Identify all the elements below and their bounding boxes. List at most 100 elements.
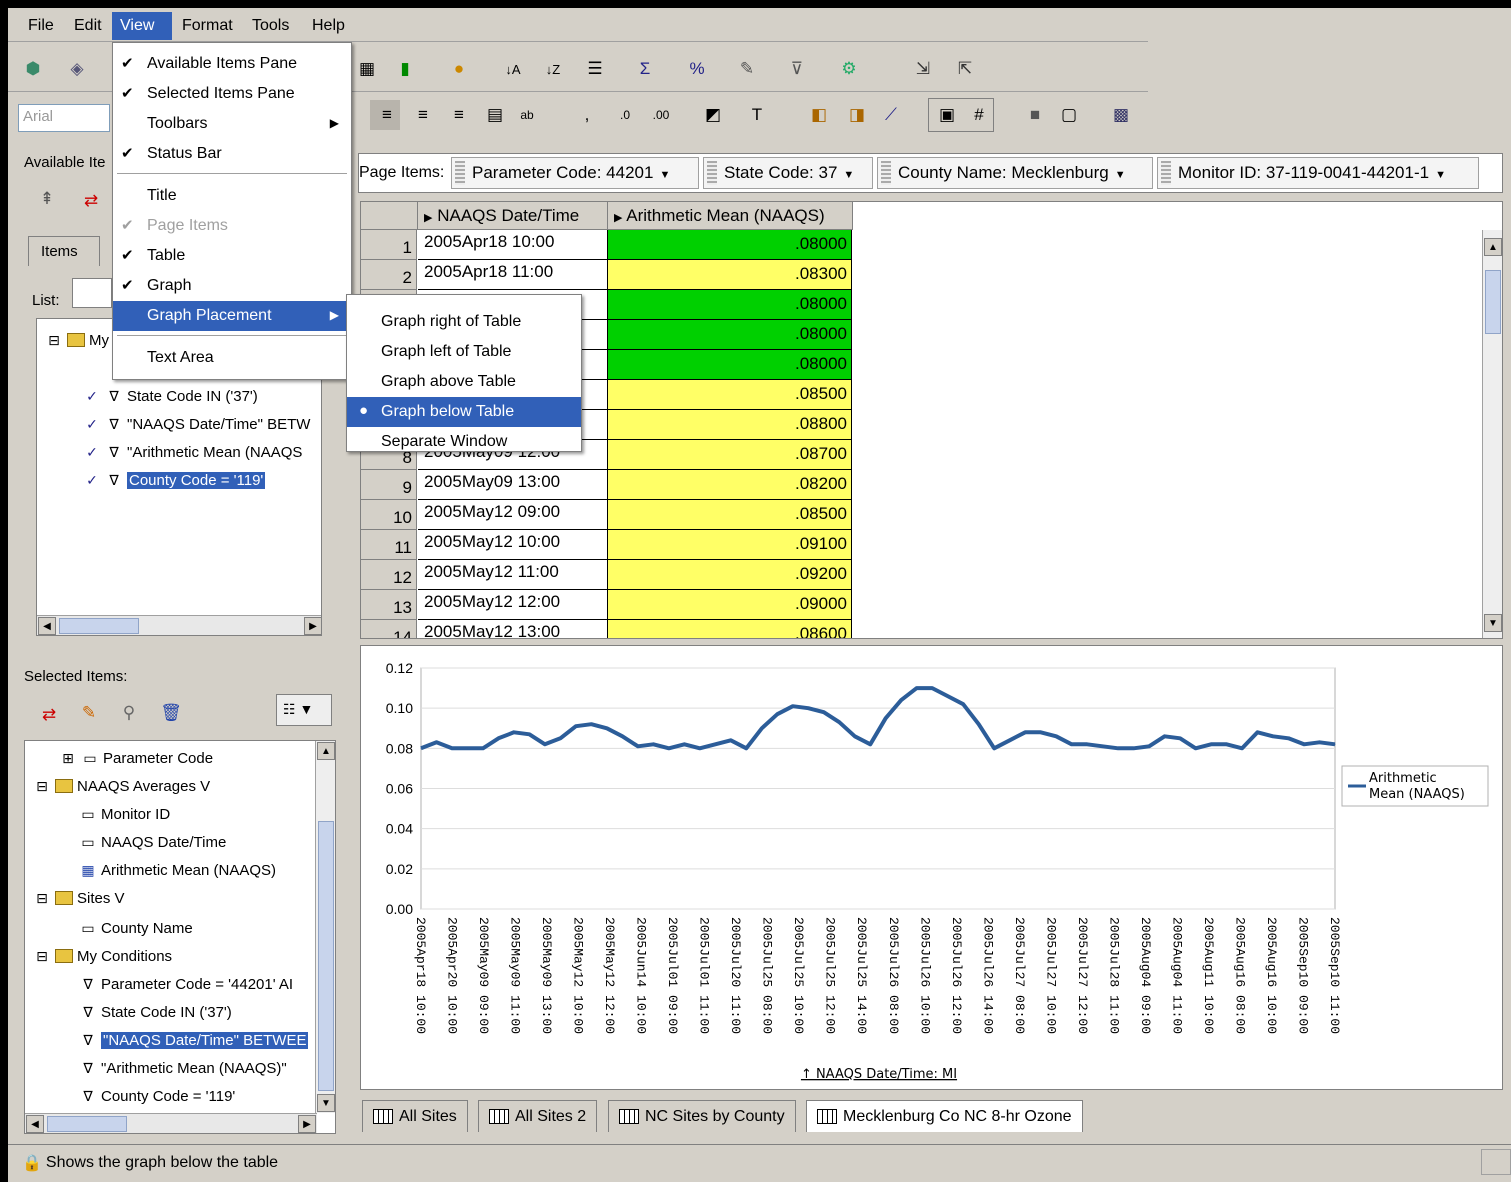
row-number[interactable]: 14 (361, 620, 417, 638)
fill-icon[interactable]: ■ (1022, 102, 1048, 128)
datetime-cell[interactable]: 2005May12 10:00 (418, 530, 608, 560)
condition-item[interactable]: ✓ ∇ State Code IN ('37') (83, 383, 258, 409)
menu-file[interactable]: File (20, 12, 62, 40)
percentages-icon[interactable]: % (684, 56, 710, 82)
layout-icon[interactable]: ▩ (1108, 102, 1134, 128)
state-code-dropdown[interactable]: State Code: 37 ▼ (703, 157, 873, 189)
condition-item[interactable]: ∇ "Arithmetic Mean (NAAQS)" (79, 1055, 286, 1081)
row-number[interactable]: 9 (361, 470, 417, 500)
properties-icon[interactable]: ⚲ (116, 700, 142, 726)
menu-available-items-pane[interactable]: ✔ Available Items Pane (113, 49, 351, 79)
mean-cell[interactable]: .08200 (608, 470, 852, 500)
datetime-cell[interactable]: 2005May12 12:00 (418, 590, 608, 620)
import-icon[interactable]: ⇲ (910, 56, 936, 82)
menu-graph-left[interactable]: Graph left of Table (347, 337, 581, 367)
menu-graph-right[interactable]: Graph right of Table (347, 307, 581, 337)
menu-tools[interactable]: Tools (244, 12, 297, 40)
menu-selected-items-pane[interactable]: ✔ Selected Items Pane (113, 79, 351, 109)
datetime-cell[interactable]: 2005May12 09:00 (418, 500, 608, 530)
tab-nc-sites-by-county[interactable]: NC Sites by County (608, 1100, 796, 1132)
x-axis-title[interactable]: ↑ NAAQS Date/Time: MI (801, 1067, 957, 1082)
align-center-icon[interactable]: ≡ (410, 102, 436, 128)
tab-all-sites[interactable]: All Sites (362, 1100, 468, 1132)
tab-all-sites-2[interactable]: All Sites 2 (478, 1100, 598, 1132)
row-number[interactable]: 1 (361, 230, 417, 260)
menu-view[interactable]: View (112, 12, 172, 40)
horizontal-scrollbar[interactable]: ◀ ▶ (25, 1113, 317, 1133)
menu-format[interactable]: Format (174, 12, 241, 40)
3d-icon[interactable]: ▢ (1056, 102, 1082, 128)
condition-item[interactable]: ∇ "NAAQS Date/Time" BETWEE (79, 1027, 309, 1053)
menu-text-area[interactable]: Text Area (113, 343, 351, 373)
mean-cell[interactable]: .08700 (608, 440, 852, 470)
column-header-mean[interactable]: ▶ Arithmetic Mean (NAAQS) (608, 202, 853, 230)
line-graph-icon[interactable]: ⟋ (878, 102, 904, 128)
sort-icon[interactable]: ☰ (582, 56, 608, 82)
new-workbook-icon[interactable]: ⬢ (20, 56, 46, 82)
delete-icon[interactable]: 🗑 (158, 700, 184, 726)
tree-folder[interactable]: ⊟ Sites V (33, 885, 124, 911)
tree-node[interactable]: ▭ County Name (79, 915, 192, 941)
drill-icon[interactable]: ● (446, 56, 472, 82)
tree-node[interactable]: ⊞ ▭ Parameter Code (59, 745, 213, 771)
mean-cell[interactable]: .08300 (608, 260, 852, 290)
row-number[interactable]: 12 (361, 560, 417, 590)
datetime-cell[interactable]: 2005May12 11:00 (418, 560, 608, 590)
county-name-dropdown[interactable]: County Name: Mecklenburg ▼ (877, 157, 1153, 189)
align-right-icon[interactable]: ≡ (446, 102, 472, 128)
totals-icon[interactable]: Σ (632, 56, 658, 82)
font-name-field[interactable]: Arial (18, 104, 110, 132)
tree-root[interactable]: ⊟ My (45, 327, 109, 353)
sort-ascending-icon[interactable]: ↓A (500, 56, 526, 82)
menu-table[interactable]: ✔ Table (113, 241, 351, 271)
parameters-icon[interactable]: ⚙ (836, 56, 862, 82)
datetime-cell[interactable]: 2005Apr18 10:00 (418, 230, 608, 260)
align-left-icon[interactable]: ≡ (374, 102, 400, 128)
condition-item[interactable]: ✓ ∇ "Arithmetic Mean (NAAQS (83, 439, 302, 465)
edit-icon[interactable]: ✎ (76, 700, 102, 726)
menu-status-bar[interactable]: ✔ Status Bar (113, 139, 351, 169)
monitor-id-dropdown[interactable]: Monitor ID: 37-119-0041-44201-1 ▼ (1157, 157, 1479, 189)
condition-item[interactable]: ∇ State Code IN ('37') (79, 999, 231, 1025)
table-icon[interactable]: ▦ (354, 56, 380, 82)
add-item-icon[interactable]: ⇞ (34, 186, 60, 212)
mean-cell[interactable]: .08000 (608, 290, 852, 320)
calculations-icon[interactable]: ✎ (734, 56, 760, 82)
remove-item-icon[interactable]: ⇄ (36, 702, 62, 728)
tree-node[interactable]: ▦ Arithmetic Mean (NAAQS) (79, 857, 276, 883)
condition-item[interactable]: ∇ Parameter Code = '44201' AI (79, 971, 293, 997)
graph-type-icon[interactable]: ◨ (844, 102, 870, 128)
row-number[interactable]: 11 (361, 530, 417, 560)
currency-icon[interactable]: ab (514, 102, 540, 128)
vertical-scrollbar[interactable]: ▲ ▼ (315, 741, 335, 1113)
format-headings-icon[interactable]: T (744, 102, 770, 128)
menu-separate-window[interactable]: Separate Window (347, 427, 581, 457)
mean-cell[interactable]: .08500 (608, 500, 852, 530)
format-data-icon[interactable]: ◩ (700, 102, 726, 128)
tree-folder[interactable]: ⊟ My Conditions (33, 943, 172, 969)
grid-icon[interactable]: # (966, 102, 992, 128)
comma-icon[interactable]: , (574, 102, 600, 128)
row-number[interactable]: 10 (361, 500, 417, 530)
condition-item[interactable]: ∇ County Code = '119' (79, 1083, 235, 1109)
tree-folder[interactable]: ⊟ NAAQS Averages V (33, 773, 210, 799)
mean-cell[interactable]: .08000 (608, 230, 852, 260)
view-options-dropdown[interactable]: ☷ ▼ (276, 694, 332, 726)
menu-edit[interactable]: Edit (66, 12, 110, 40)
mean-cell[interactable]: .08000 (608, 320, 852, 350)
tab-items[interactable]: Items (28, 236, 100, 266)
tree-node[interactable]: ▭ Monitor ID (79, 801, 170, 827)
menu-toolbars[interactable]: Toolbars ▶ (113, 109, 351, 139)
menu-title[interactable]: Title (113, 181, 351, 211)
mean-cell[interactable]: .08800 (608, 410, 852, 440)
menu-graph-above[interactable]: Graph above Table (347, 367, 581, 397)
datetime-cell[interactable]: 2005May09 13:00 (418, 470, 608, 500)
list-selector[interactable] (72, 278, 112, 308)
datetime-cell[interactable]: 2005May12 13:00 (418, 620, 608, 638)
condition-item[interactable]: ✓ ∇ "NAAQS Date/Time" BETW (83, 411, 310, 437)
increase-decimal-icon[interactable]: .0 (612, 102, 638, 128)
mean-cell[interactable]: .09000 (608, 590, 852, 620)
mean-cell[interactable]: .09100 (608, 530, 852, 560)
menu-help[interactable]: Help (304, 12, 353, 40)
table-vertical-scrollbar[interactable]: ▲ ▼ (1482, 230, 1502, 638)
